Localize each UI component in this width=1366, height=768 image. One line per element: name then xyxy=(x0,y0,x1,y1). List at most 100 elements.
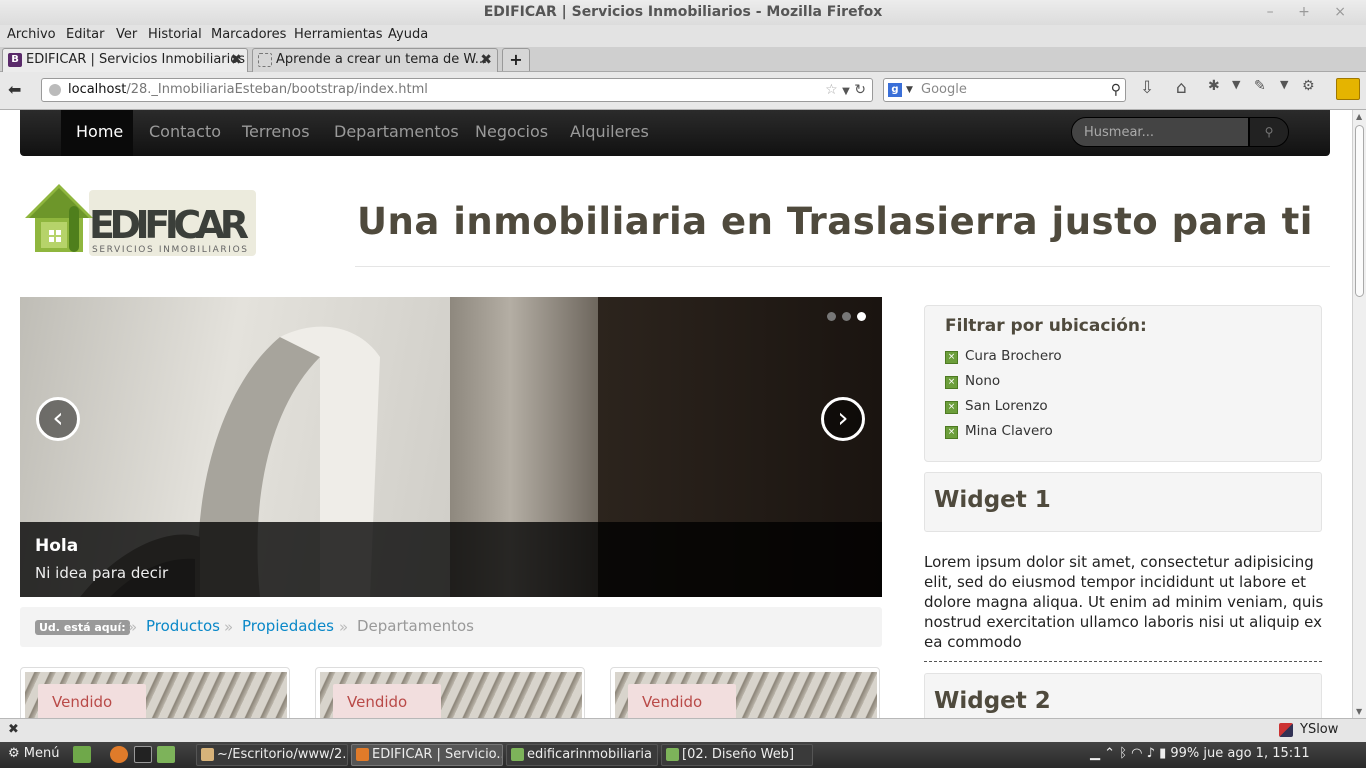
carousel-prev-button[interactable]: ‹ xyxy=(36,397,80,441)
terminal-launcher-icon[interactable] xyxy=(134,746,152,763)
tab-label: EDIFICAR | Servicios Inmobiliarios xyxy=(26,52,245,67)
system-tray: ▁ ⌃ ᛒ ◠ ♪ ▮ 99% jue ago 1, 15:11 xyxy=(1090,746,1310,761)
navigation-toolbar: ⬅ localhost/28._InmobiliariaEsteban/boot… xyxy=(0,72,1366,110)
site-search-button[interactable]: ⚲ xyxy=(1249,117,1289,147)
menu-marcadores[interactable]: Marcadores xyxy=(211,27,286,42)
site-search-input[interactable] xyxy=(1071,117,1249,147)
property-card[interactable]: Vendido xyxy=(610,667,880,718)
checkbox-icon[interactable]: × xyxy=(945,426,958,439)
nav-terrenos[interactable]: Terrenos xyxy=(242,122,310,141)
bookmark-star-icon[interactable]: ☆ xyxy=(825,82,838,98)
filter-item-san-lorenzo[interactable]: × San Lorenzo xyxy=(945,398,1048,414)
nav-negocios[interactable]: Negocios xyxy=(475,122,548,141)
colorpicker-icon[interactable]: ✎ xyxy=(1254,78,1266,94)
filter-item-label: Mina Clavero xyxy=(965,423,1053,439)
menu-bar: Archivo Editar Ver Historial Marcadores … xyxy=(0,25,1366,47)
colorpicker-dropdown-icon[interactable]: ▼ xyxy=(1280,78,1288,91)
tab-aprende[interactable]: Aprende a crear un tema de W... ✖ xyxy=(252,48,498,72)
breadcrumb-propiedades[interactable]: Propiedades xyxy=(242,617,334,635)
addon-icon[interactable]: ⚙ xyxy=(1302,78,1315,94)
carousel: Hola Ni idea para decir ‹ › xyxy=(20,297,882,597)
nav-alquileres[interactable]: Alquileres xyxy=(570,122,649,141)
search-icon[interactable]: ⚲ xyxy=(1111,79,1121,101)
window-title: EDIFICAR | Servicios Inmobiliarios - Moz… xyxy=(483,4,883,20)
yslow-icon[interactable] xyxy=(1279,723,1293,737)
checkbox-icon[interactable]: × xyxy=(945,351,958,364)
url-host: localhost xyxy=(68,82,127,97)
site-search: ⚲ xyxy=(1071,117,1289,147)
scroll-down-icon[interactable]: ▼ xyxy=(1356,707,1362,716)
property-card[interactable]: Vendido xyxy=(20,667,290,718)
carousel-indicator[interactable] xyxy=(842,312,851,321)
history-dropdown-icon[interactable]: ▼ xyxy=(842,86,850,97)
carousel-indicator-active[interactable] xyxy=(857,312,866,321)
close-tab-icon[interactable]: ✖ xyxy=(480,49,492,71)
yslow-label[interactable]: YSlow xyxy=(1300,722,1338,737)
filter-item-mina-clavero[interactable]: × Mina Clavero xyxy=(945,423,1053,439)
nav-home[interactable]: Home xyxy=(76,122,123,141)
reload-icon[interactable]: ↻ xyxy=(854,82,866,98)
window-list-icon[interactable]: ▁ xyxy=(1090,746,1100,761)
menu-editar[interactable]: Editar xyxy=(66,27,105,42)
filter-item-cura-brochero[interactable]: × Cura Brochero xyxy=(945,348,1062,364)
globe-icon xyxy=(49,84,61,96)
firefox-launcher-icon[interactable] xyxy=(110,746,128,763)
page-scrollbar[interactable]: ▲ ▼ xyxy=(1352,110,1366,718)
scroll-up-icon[interactable]: ▲ xyxy=(1356,112,1362,121)
menu-ayuda[interactable]: Ayuda xyxy=(388,27,428,42)
breadcrumb-separator: » xyxy=(339,618,349,636)
firebug-dropdown-icon[interactable]: ▼ xyxy=(1232,78,1240,91)
carousel-indicator[interactable] xyxy=(827,312,836,321)
widget-1-text: Lorem ipsum dolor sit amet, consectetur … xyxy=(924,553,1324,651)
sold-badge: Vendido xyxy=(628,684,736,718)
firebug-icon[interactable]: ✱ xyxy=(1208,78,1220,94)
task-terminal[interactable]: ~/Escritorio/www/2... xyxy=(196,744,348,766)
battery-icon[interactable]: ▮ xyxy=(1159,746,1166,761)
edificar-logo[interactable]: EDIFICAR SERVICIOS INMOBILIARIOS xyxy=(25,180,257,260)
tab-edificar[interactable]: B EDIFICAR | Servicios Inmobiliarios ✖ xyxy=(2,48,248,72)
yslow-chart-icon[interactable] xyxy=(1336,78,1360,100)
close-addon-bar-icon[interactable]: ✖ xyxy=(8,722,19,737)
downloads-icon[interactable]: ⇩ xyxy=(1140,78,1154,98)
logo-wordmark: EDIFICAR xyxy=(89,203,249,247)
google-icon[interactable]: g xyxy=(888,83,902,97)
menu-herramientas[interactable]: Herramientas xyxy=(294,27,383,42)
window-controls[interactable]: – + × xyxy=(1267,0,1356,25)
engine-dropdown-icon[interactable]: ▼ xyxy=(906,79,913,101)
files-launcher-icon[interactable] xyxy=(157,746,175,763)
breadcrumb-separator: » xyxy=(224,618,234,636)
home-icon[interactable]: ⌂ xyxy=(1176,78,1187,98)
window-titlebar: EDIFICAR | Servicios Inmobiliarios - Moz… xyxy=(0,0,1366,25)
show-desktop-icon[interactable] xyxy=(73,746,91,763)
nav-contacto[interactable]: Contacto xyxy=(149,122,221,141)
menu-archivo[interactable]: Archivo xyxy=(7,27,56,42)
scrollbar-thumb[interactable] xyxy=(1355,125,1364,297)
bluetooth-icon[interactable]: ᛒ xyxy=(1119,746,1127,761)
task-label: edificarinmobiliaria xyxy=(527,747,652,762)
property-card[interactable]: Vendido xyxy=(315,667,585,718)
checkbox-icon[interactable]: × xyxy=(945,376,958,389)
nav-departamentos[interactable]: Departamentos xyxy=(334,122,459,141)
task-folder-edificar[interactable]: edificarinmobiliaria xyxy=(506,744,658,766)
task-folder-diseno[interactable]: [02. Diseño Web] xyxy=(661,744,813,766)
search-bar[interactable]: g ▼ Google ⚲ xyxy=(883,78,1126,102)
url-bar[interactable]: localhost/28._InmobiliariaEsteban/bootst… xyxy=(41,78,873,102)
url-actions: ☆ ▼ ↻ xyxy=(825,79,866,103)
wifi-icon[interactable]: ◠ xyxy=(1131,746,1142,761)
volume-icon[interactable]: ♪ xyxy=(1147,746,1155,761)
carousel-next-button[interactable]: › xyxy=(821,397,865,441)
menu-ver[interactable]: Ver xyxy=(116,27,137,42)
task-firefox[interactable]: EDIFICAR | Servicio... xyxy=(351,744,503,766)
close-tab-icon[interactable]: ✖ xyxy=(230,49,242,71)
menu-historial[interactable]: Historial xyxy=(148,27,202,42)
start-menu[interactable]: ⚙ Menú xyxy=(8,746,60,761)
tray-status[interactable]: 99% jue ago 1, 15:11 xyxy=(1170,746,1309,761)
new-tab-button[interactable]: + xyxy=(502,48,530,71)
breadcrumb-productos[interactable]: Productos xyxy=(146,617,220,635)
back-arrow-icon[interactable]: ⬅ xyxy=(8,80,21,99)
widget-1: Widget 1 xyxy=(924,472,1322,532)
filter-item-nono[interactable]: × Nono xyxy=(945,373,1000,389)
expand-tray-icon[interactable]: ⌃ xyxy=(1104,746,1115,761)
folder-icon xyxy=(511,748,524,761)
checkbox-icon[interactable]: × xyxy=(945,401,958,414)
